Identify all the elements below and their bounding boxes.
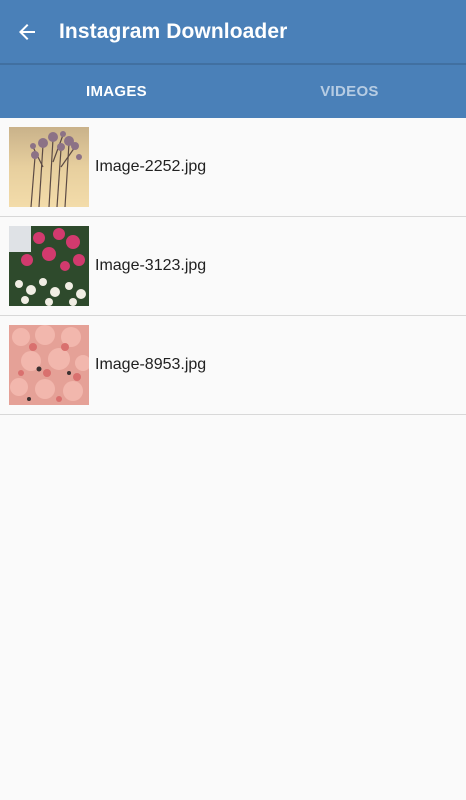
tab-bar: IMAGES VIDEOS bbox=[0, 65, 466, 118]
list-item[interactable]: Image-3123.jpg bbox=[0, 217, 466, 316]
toolbar: Instagram Downloader bbox=[0, 0, 466, 64]
app-title: Instagram Downloader bbox=[59, 20, 288, 43]
arrow-back-icon bbox=[19, 24, 35, 40]
image-list: Image-2252.jpg Image-3123.jpg Image-8953… bbox=[0, 118, 466, 415]
image-thumbnail bbox=[9, 325, 89, 405]
tab-videos[interactable]: VIDEOS bbox=[233, 65, 466, 118]
tab-images[interactable]: IMAGES bbox=[0, 65, 233, 118]
image-thumbnail bbox=[9, 226, 89, 306]
image-filename: Image-8953.jpg bbox=[95, 356, 207, 373]
list-item[interactable]: Image-8953.jpg bbox=[0, 316, 466, 415]
image-filename: Image-2252.jpg bbox=[95, 158, 207, 175]
app-bar: Instagram Downloader IMAGES VIDEOS bbox=[0, 0, 466, 118]
image-thumbnail bbox=[9, 127, 89, 207]
back-button[interactable] bbox=[0, 0, 54, 64]
list-item[interactable]: Image-2252.jpg bbox=[0, 118, 466, 217]
image-filename: Image-3123.jpg bbox=[95, 257, 207, 274]
